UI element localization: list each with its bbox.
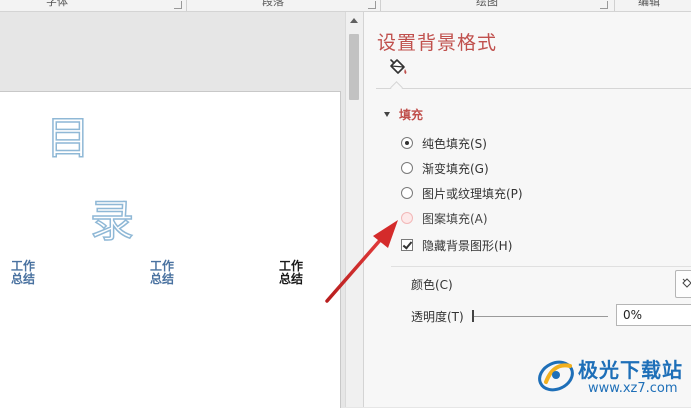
radio-gradient-fill[interactable]: 渐变填充(G) [401,159,489,177]
section-divider [391,266,691,267]
radio-button[interactable] [401,137,413,149]
transparency-label: 透明度(T) [411,310,464,324]
transparency-input[interactable] [616,304,691,326]
paint-bucket-icon[interactable] [385,56,409,80]
paragraph-dialog-launcher-icon[interactable] [368,1,376,9]
color-picker-button[interactable] [675,270,691,298]
slide-item-line2: 总结 [10,272,35,286]
radio-pattern-fill[interactable]: 图案填充(A) [401,209,488,227]
ribbon-group-font-label: 字体 [46,0,68,8]
ribbon-separator [380,0,381,11]
slide-edit-area[interactable]: 目 录 工作 总结 工作 总结 工作 总结 [0,12,345,408]
watermark-url: www.xz7.com [588,381,678,396]
slide-canvas[interactable]: 目 录 工作 总结 工作 总结 工作 总结 [0,91,341,408]
site-logo-icon [538,360,574,392]
watermark-title: 极光下载站 [578,358,683,382]
ribbon-group-editing-label: 编辑 [638,0,660,8]
fill-section-header[interactable]: 填充 [384,106,423,123]
pane-tab-divider [376,88,691,89]
radio-label: 渐变填充(G) [422,161,489,176]
radio-button[interactable] [401,187,413,199]
slide-item-2[interactable]: 工作 总结 [144,260,180,286]
scroll-up-arrow-icon[interactable] [350,18,358,23]
radio-label: 纯色填充(S) [422,136,487,151]
slide-item-3[interactable]: 工作 总结 [273,260,309,286]
ribbon-separator [186,0,187,11]
slide-item-1[interactable]: 工作 总结 [5,260,41,286]
transparency-slider-track[interactable] [473,316,608,317]
pane-tab-indicator [390,81,403,94]
slide-heading-char-2[interactable]: 录 [89,199,135,245]
ribbon-group-drawing-label: 绘图 [476,0,498,8]
pane-title: 设置背景格式 [377,32,498,54]
ribbon-separator [614,0,615,11]
scrollbar-thumb[interactable] [349,34,359,100]
radio-label: 图案填充(A) [422,211,488,226]
drawing-dialog-launcher-icon[interactable] [600,1,608,9]
ribbon-group-labels: 字体 段落 绘图 编辑 [0,0,691,12]
fill-section-label: 填充 [399,108,424,122]
font-dialog-launcher-icon[interactable] [174,1,182,9]
ribbon-group-paragraph-label: 段落 [262,0,284,8]
transparency-slider-thumb[interactable] [472,310,474,322]
radio-label: 图片或纹理填充(P) [422,186,523,201]
slide-item-line2: 总结 [278,272,303,286]
paint-bucket-small-icon [682,278,691,288]
checkbox-label: 隐藏背景图形(H) [422,238,513,253]
radio-button[interactable] [401,212,413,224]
collapse-triangle-icon[interactable] [384,112,390,117]
checkbox-hide-background-graphics[interactable]: 隐藏背景图形(H) [401,236,512,254]
radio-button[interactable] [401,162,413,174]
slide-heading-char-1[interactable]: 目 [45,116,91,162]
checkbox-checked-icon[interactable] [401,239,413,251]
slide-item-line2: 总结 [149,272,174,286]
radio-picture-texture-fill[interactable]: 图片或纹理填充(P) [401,184,523,202]
color-label: 颜色(C) [411,278,453,292]
radio-solid-fill[interactable]: 纯色填充(S) [401,134,487,152]
slide-vertical-scrollbar[interactable] [345,12,363,407]
watermark: 极光下载站 www.xz7.com [536,346,691,407]
